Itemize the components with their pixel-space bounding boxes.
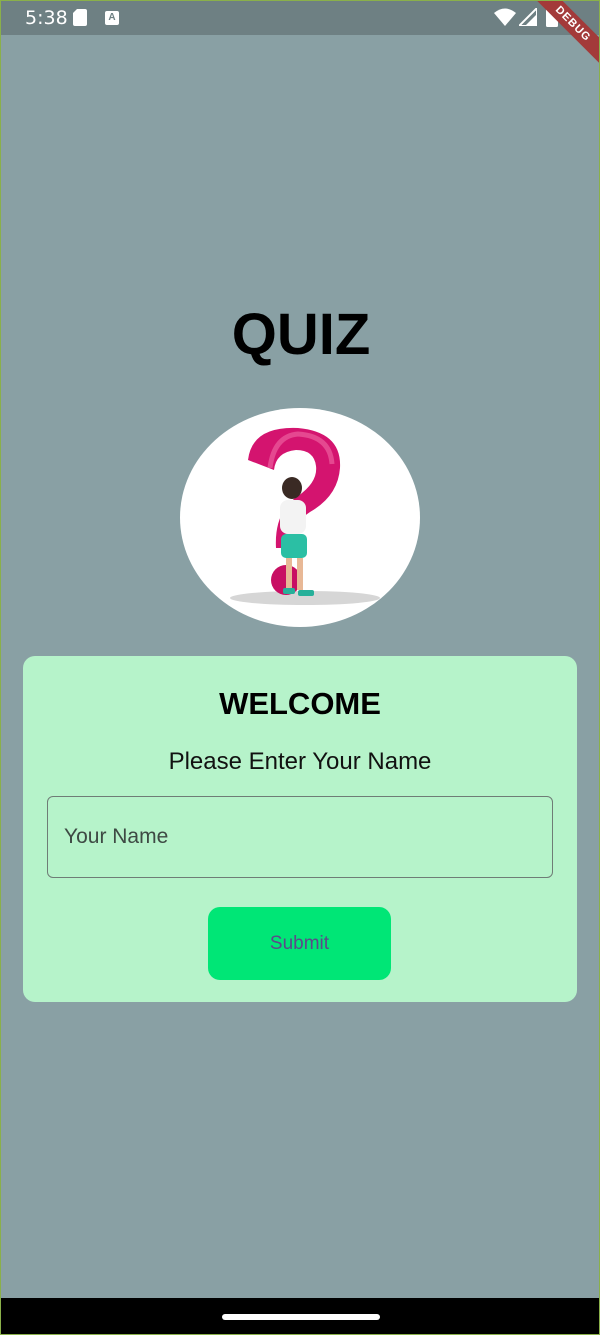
navigation-bar xyxy=(1,1298,599,1334)
sd-card-icon xyxy=(73,9,87,26)
welcome-card: WELCOME Please Enter Your Name Submit xyxy=(23,656,577,1002)
submit-button[interactable]: Submit xyxy=(208,907,391,980)
a-icon: A xyxy=(105,11,119,25)
page-title: QUIZ xyxy=(231,302,371,367)
name-prompt: Please Enter Your Name xyxy=(168,748,432,775)
wifi-icon xyxy=(494,8,516,26)
status-time: 5:38 xyxy=(25,7,68,29)
quiz-illustration xyxy=(180,408,420,627)
home-indicator[interactable] xyxy=(222,1314,380,1320)
status-bar: 5:38 A xyxy=(1,1,599,35)
welcome-title: WELCOME xyxy=(219,686,381,721)
name-input[interactable] xyxy=(47,796,553,878)
signal-icon xyxy=(519,8,537,26)
app-screen: 5:38 A DEBUG QUIZ WELCOME Please Enter Y… xyxy=(0,0,600,1335)
question-mark-person-icon xyxy=(230,427,380,605)
